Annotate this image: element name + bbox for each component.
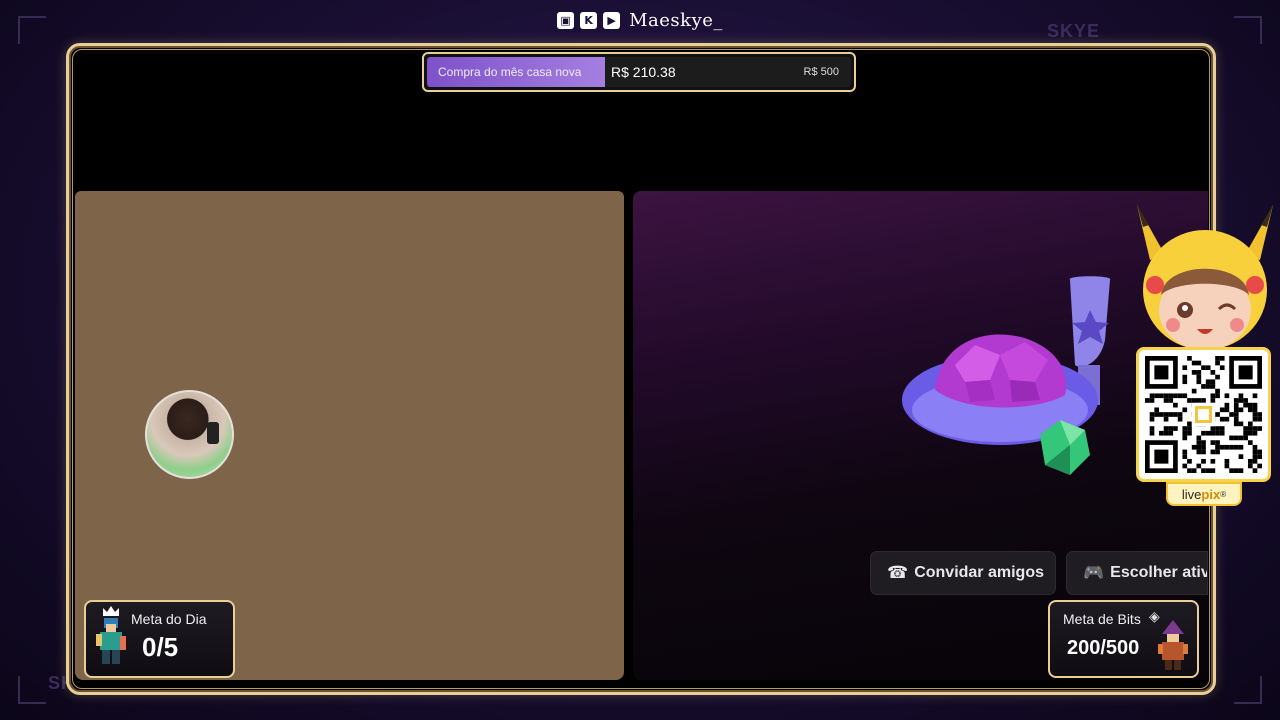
livepix-brand-tag: live pix ®	[1166, 482, 1242, 506]
twitch-icon[interactable]: ▣	[557, 11, 575, 29]
daily-goal-label: Meta do Dia	[131, 611, 207, 627]
livepix-mark: ®	[1220, 489, 1227, 499]
daily-goal-value: 0/5	[142, 632, 179, 662]
pixel-hero-icon	[96, 618, 126, 664]
gamepad-icon: 🎮	[1083, 563, 1105, 583]
bits-goal-box: Meta de Bits ◈ 200/500	[1048, 600, 1199, 678]
bits-goal-value: 200/500	[1067, 637, 1140, 659]
invite-user-icon: ☎	[887, 563, 909, 583]
invite-friends-label: Convidar amigos	[914, 564, 1044, 581]
kick-icon[interactable]: K	[580, 11, 598, 29]
goal-current-amount: R$ 210.38	[611, 64, 676, 80]
spiny-shell-trophy-art	[902, 276, 1111, 475]
donation-goal-bar: Compra do mês casa nova R$ 210.38 R$ 500	[422, 52, 856, 92]
daily-goal-box: Meta do Dia 0/5	[84, 600, 235, 678]
livepix-qr-code[interactable]	[1136, 347, 1271, 482]
qr-code-icon	[1145, 356, 1262, 473]
channel-name: Maeskye_	[629, 9, 723, 31]
choose-activity-label: Escolher ativ	[1110, 564, 1208, 581]
youtube-icon[interactable]: ▶	[603, 11, 621, 29]
goal-title: Compra do mês casa nova	[438, 65, 582, 79]
channel-header: ▣ K ▶ Maeskye_	[0, 8, 1280, 32]
invite-friends-button[interactable]: ☎ Convidar amigos	[870, 551, 1056, 595]
phone-graphic	[207, 422, 219, 444]
goal-track: Compra do mês casa nova R$ 210.38 R$ 500	[427, 57, 851, 87]
background-corner-bottom-right	[1234, 676, 1262, 704]
pixel-mage-icon	[1158, 620, 1188, 670]
goal-target-amount: R$ 500	[803, 66, 839, 78]
background-corner-bottom-left	[18, 676, 46, 704]
choose-activity-button[interactable]: 🎮 Escolher ativ	[1066, 551, 1208, 595]
livepix-prefix: live	[1181, 486, 1202, 502]
pikachu-hood-mascot	[1137, 205, 1273, 350]
bits-goal-label: Meta de Bits	[1063, 611, 1141, 627]
livepix-suffix: pix	[1201, 486, 1221, 502]
streamer-avatar	[145, 390, 234, 479]
